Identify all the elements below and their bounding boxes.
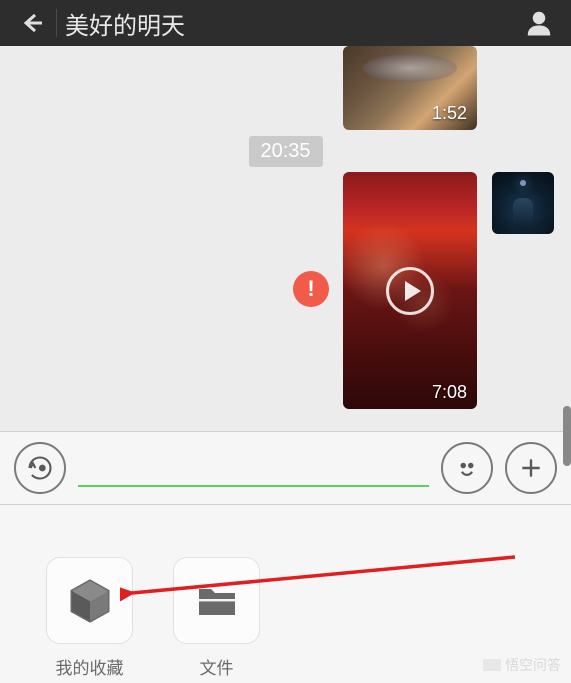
smiley-icon xyxy=(452,453,482,483)
attachment-plus-button[interactable] xyxy=(505,442,557,494)
chat-messages-area[interactable]: 1:52 20:35 ! 7:08 xyxy=(0,46,571,431)
video-message-1[interactable]: 1:52 xyxy=(343,46,477,130)
folder-icon xyxy=(193,577,241,625)
person-icon xyxy=(524,8,554,38)
header-divider xyxy=(56,9,57,37)
video-thumbnail-2: 7:08 xyxy=(343,172,477,409)
timestamp-label: 20:35 xyxy=(248,136,322,167)
back-arrow-icon xyxy=(20,11,44,35)
video-message-2[interactable]: 7:08 xyxy=(343,172,477,409)
scrollbar[interactable] xyxy=(563,406,571,466)
watermark-text: 悟空问答 xyxy=(505,655,561,675)
video-duration-2: 7:08 xyxy=(432,382,467,403)
sender-avatar[interactable] xyxy=(492,172,554,234)
plus-icon xyxy=(518,455,544,481)
favorites-attachment[interactable]: 我的收藏 xyxy=(46,557,133,679)
chat-title: 美好的明天 xyxy=(65,6,519,41)
files-icon-box xyxy=(173,557,260,644)
cube-icon xyxy=(66,577,114,625)
emoji-button[interactable] xyxy=(441,442,493,494)
back-button[interactable] xyxy=(12,11,52,35)
files-attachment[interactable]: 文件 xyxy=(173,557,260,679)
favorites-label: 我的收藏 xyxy=(56,654,124,679)
play-icon xyxy=(386,267,434,315)
video-thumbnail-1: 1:52 xyxy=(343,46,477,130)
favorites-icon-box xyxy=(46,557,133,644)
contact-info-button[interactable] xyxy=(519,8,559,38)
attachment-panel: 我的收藏 文件 悟空问答 xyxy=(0,505,571,683)
watermark: 悟空问答 xyxy=(483,655,561,675)
message-text-input[interactable] xyxy=(78,449,429,487)
chat-header: 美好的明天 xyxy=(0,0,571,46)
watermark-logo-icon xyxy=(483,659,501,671)
send-error-icon[interactable]: ! xyxy=(293,271,329,307)
voice-input-button[interactable] xyxy=(14,442,66,494)
files-label: 文件 xyxy=(200,654,234,679)
voice-icon xyxy=(26,454,54,482)
message-input-bar xyxy=(0,431,571,505)
video-duration-1: 1:52 xyxy=(432,103,467,124)
